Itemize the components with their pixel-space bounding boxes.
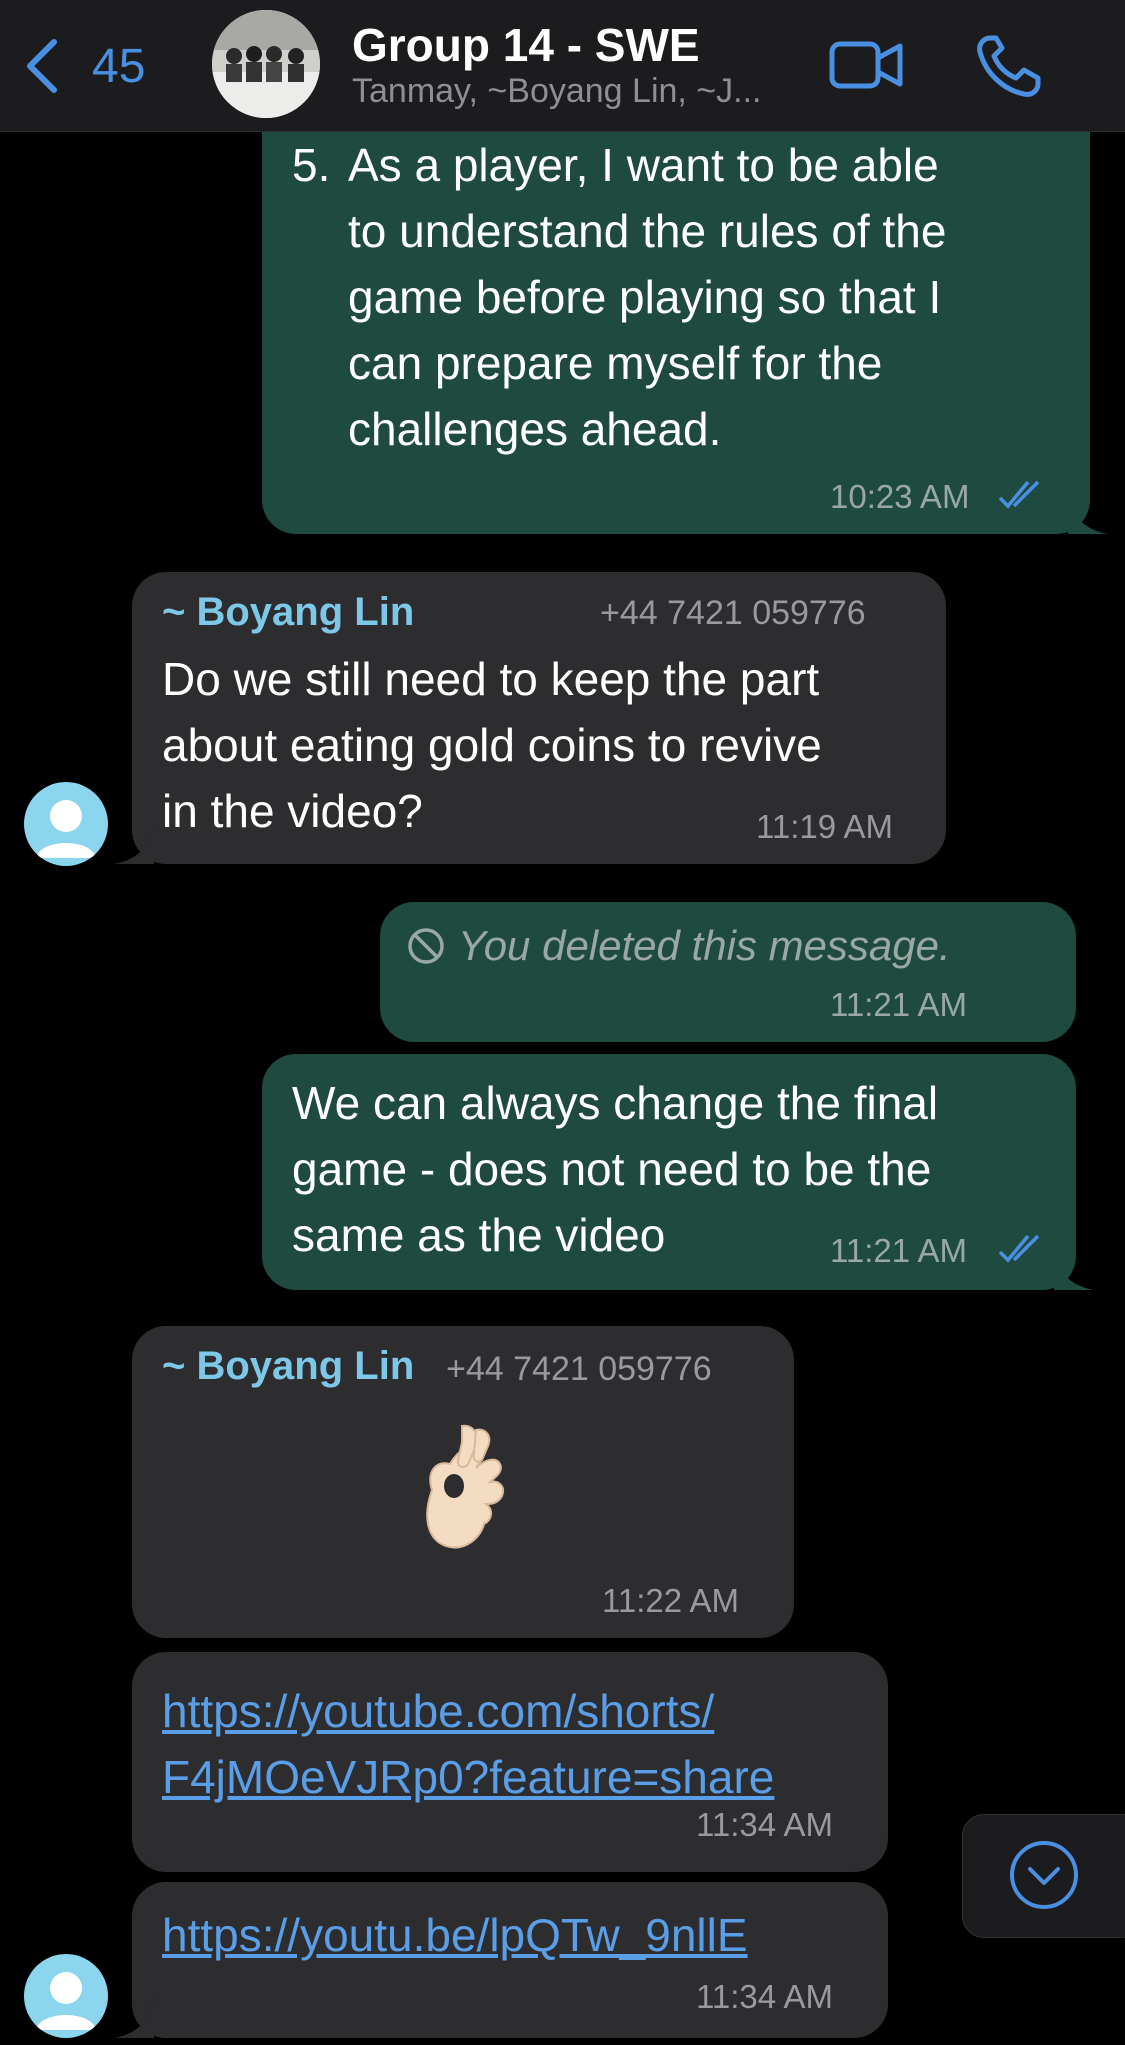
message-line: to understand the rules of the (348, 205, 947, 257)
incoming-message[interactable]: ~ Boyang Lin +44 7421 059776 Do we still… (132, 572, 946, 864)
message-time: 11:21 AM (830, 1232, 967, 1269)
message-time: 11:21 AM (830, 986, 967, 1023)
incoming-message[interactable]: https://youtube.com/shorts/ F4jMOeVJRp0?… (132, 1652, 888, 1872)
ok-hand-emoji-icon (426, 1424, 504, 1549)
message-time: 11:19 AM (756, 808, 893, 845)
bubble-tail (114, 824, 154, 864)
incoming-message[interactable]: ~ Boyang Lin +44 7421 059776 11:22 AM (132, 1326, 794, 1638)
outgoing-message[interactable]: We can always change the final game - do… (262, 1054, 1076, 1290)
deleted-label: You deleted this message. (406, 922, 951, 970)
read-ticks-icon (998, 1234, 1040, 1263)
incoming-message[interactable]: https://youtu.be/lpQTw_9nllE 11:34 AM (132, 1882, 888, 2038)
user-avatar-icon (36, 800, 96, 858)
read-ticks-icon (998, 480, 1040, 509)
message-link[interactable]: https://youtube.com/shorts/ (162, 1678, 714, 1744)
sender-name[interactable]: ~ Boyang Lin (162, 1344, 414, 1389)
outgoing-message[interactable]: 5. As a player, I want to be able to und… (262, 90, 1090, 534)
message-line: about eating gold coins to revive (162, 719, 822, 771)
chevron-left-icon (27, 39, 57, 93)
chat-header: 45 Group 14 - SWE Tanmay, ~Boyang Lin, ~… (0, 0, 1125, 132)
message-line: in the video? (162, 785, 423, 837)
sender-phone: +44 7421 059776 (600, 594, 866, 632)
chat-title[interactable]: Group 14 - SWE (352, 18, 700, 72)
message-line: same as the video (292, 1209, 666, 1261)
video-call-icon (829, 41, 903, 89)
message-time: 11:22 AM (602, 1582, 739, 1619)
message-link[interactable]: F4jMOeVJRp0?feature=share (162, 1744, 774, 1810)
list-number: 5. (292, 139, 331, 191)
sender-name[interactable]: ~ Boyang Lin (162, 590, 414, 635)
message-line: can prepare myself for the (348, 337, 883, 389)
deleted-text: You deleted this message. (458, 922, 951, 969)
unread-count: 45 (92, 39, 146, 93)
message-time: 10:23 AM (830, 478, 970, 515)
message-line: Do we still need to keep the part (162, 653, 820, 705)
group-photo-icon (212, 10, 320, 118)
message-line: We can always change the final (292, 1077, 939, 1129)
message-time: 11:34 AM (696, 1806, 833, 1843)
message-line: game before playing so that I (348, 271, 942, 323)
avatar[interactable] (24, 1954, 108, 2038)
back-button[interactable]: 45 (22, 30, 145, 102)
message-line: game - does not need to be the (292, 1143, 932, 1195)
message-link[interactable]: https://youtu.be/lpQTw_9nllE (162, 1902, 748, 1968)
prohibited-icon (408, 928, 444, 964)
avatar[interactable] (24, 782, 108, 866)
chevron-down-circle-icon (1010, 1841, 1078, 1909)
video-call-button[interactable] (826, 30, 906, 100)
scroll-to-bottom-button[interactable] (962, 1814, 1125, 1938)
group-avatar[interactable] (212, 10, 320, 118)
phone-call-icon (977, 35, 1041, 97)
phone-call-button[interactable] (970, 30, 1050, 100)
bubble-tail (1068, 494, 1108, 534)
bubble-tail (1054, 1250, 1094, 1290)
message-time: 11:34 AM (696, 1978, 833, 2015)
deleted-message[interactable]: You deleted this message. 11:21 AM (380, 902, 1076, 1042)
bubble-tail (114, 1998, 154, 2038)
chat-members[interactable]: Tanmay, ~Boyang Lin, ~J... (352, 72, 762, 111)
message-line: As a player, I want to be able (348, 139, 939, 191)
user-avatar-icon (36, 1972, 96, 2030)
sender-phone: +44 7421 059776 (446, 1350, 712, 1388)
message-line: challenges ahead. (348, 403, 722, 455)
